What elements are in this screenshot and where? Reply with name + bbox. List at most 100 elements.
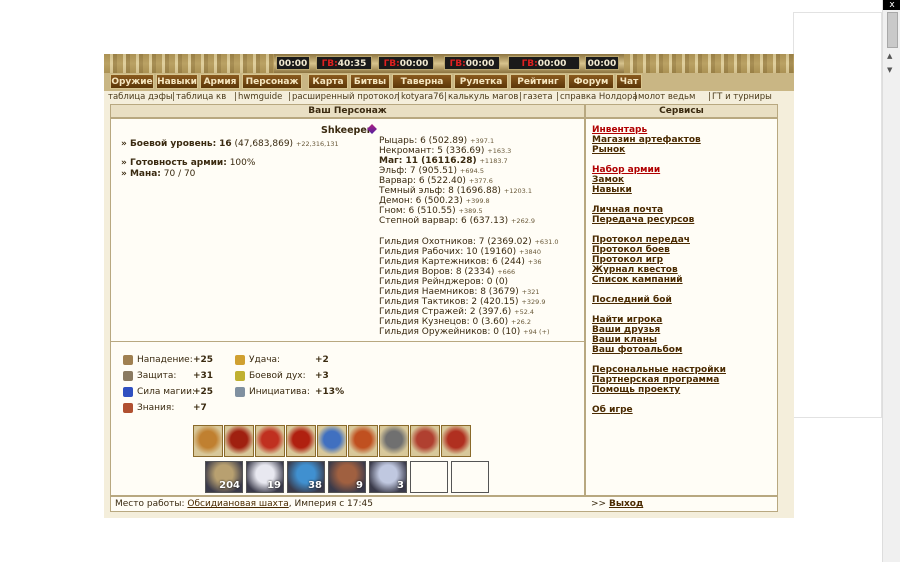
exit-link[interactable]: Выход bbox=[609, 499, 643, 509]
quick-link[interactable]: таблица кв bbox=[176, 92, 226, 102]
game-frame: 00:00 ГВ:40:35 ГВ:00:00 ГВ:00:00 ГВ:00:00 00:… bbox=[104, 54, 794, 518]
service-link[interactable]: Рынок bbox=[592, 145, 625, 155]
service-link[interactable]: Передача ресурсов bbox=[592, 215, 694, 225]
service-link[interactable]: Помощь проекту bbox=[592, 385, 680, 395]
nav-3[interactable]: Персонаж bbox=[242, 74, 302, 89]
services-panel-title: Сервисы bbox=[585, 104, 778, 118]
service-link[interactable]: Ваши друзья bbox=[592, 325, 660, 335]
guild-label: Гильдия Картежников: 6 (244) bbox=[379, 257, 525, 267]
nav-0[interactable]: Оружие bbox=[110, 74, 154, 89]
chevron-up-icon[interactable]: ▲ bbox=[887, 52, 892, 60]
faction-plus: +389.5 bbox=[458, 207, 483, 215]
nav-6[interactable]: Таверна bbox=[392, 74, 452, 89]
quick-link[interactable]: kotyara76 bbox=[401, 92, 444, 102]
guild-label: Гильдия Стражей: 2 (397.6) bbox=[379, 307, 512, 317]
nav-2[interactable]: Армия bbox=[200, 74, 240, 89]
service-link[interactable]: Замок bbox=[592, 175, 624, 185]
guild-label: Гильдия Тактиков: 2 (420.15) bbox=[379, 297, 519, 307]
service-link[interactable]: Инвентарь bbox=[592, 125, 647, 135]
guild-plus: +3840 bbox=[518, 248, 541, 256]
service-link[interactable]: Журнал квестов bbox=[592, 265, 678, 275]
exit-prefix: >> bbox=[591, 499, 607, 509]
faction-label: Гном: 6 (510.55) bbox=[379, 206, 456, 216]
faction-plus: +397.1 bbox=[470, 137, 495, 145]
nav-1[interactable]: Навыки bbox=[156, 74, 198, 89]
player-name[interactable]: Shkeeper bbox=[321, 125, 371, 136]
window-scrollbar[interactable]: x ▲ ▼ bbox=[882, 0, 900, 562]
army-slot[interactable]: 3 bbox=[369, 461, 407, 493]
faction-plus: +399.8 bbox=[465, 197, 490, 205]
service-link[interactable]: Протокол игр bbox=[592, 255, 663, 265]
amulet-icon[interactable] bbox=[224, 425, 254, 457]
level-label: » Боевой уровень: bbox=[121, 139, 217, 149]
armor-icon[interactable] bbox=[255, 425, 285, 457]
guild-plus: +321 bbox=[521, 288, 540, 296]
faction-row: Демон: 6 (500.23) +399.8 bbox=[379, 196, 490, 206]
service-link[interactable]: Навыки bbox=[592, 185, 632, 195]
faction-plus: +262.9 bbox=[510, 217, 536, 225]
nav-7[interactable]: Рулетка bbox=[454, 74, 508, 89]
faction-label: Варвар: 6 (522.40) bbox=[379, 176, 466, 186]
service-link[interactable]: Найти игрока bbox=[592, 315, 662, 325]
service-link[interactable]: Магазин артефактов bbox=[592, 135, 701, 145]
service-link[interactable]: Список кампаний bbox=[592, 275, 683, 285]
shield-icon[interactable] bbox=[348, 425, 378, 457]
workplace-link[interactable]: Обсидиановая шахта bbox=[187, 499, 288, 509]
stat-value: +13% bbox=[315, 387, 345, 397]
guild-row: Гильдия Оружейников: 0 (10) +94 (+) bbox=[379, 327, 549, 337]
service-link[interactable]: Протокол передач bbox=[592, 235, 690, 245]
faction-row: Некромант: 5 (336.69) +163.3 bbox=[379, 146, 511, 156]
timer-3: ГВ:00:00 bbox=[444, 56, 500, 70]
faction-label: Некромант: 5 (336.69) bbox=[379, 146, 485, 156]
nav-8[interactable]: Рейтинг bbox=[510, 74, 566, 89]
guild-row: Гильдия Охотников: 7 (2369.02) +631.0 bbox=[379, 237, 559, 247]
quick-link[interactable]: газета bbox=[523, 92, 553, 102]
nav-4[interactable]: Карта bbox=[308, 74, 348, 89]
boots-icon[interactable] bbox=[379, 425, 409, 457]
mana-label: » Мана: bbox=[121, 169, 161, 179]
scrollbar-thumb[interactable] bbox=[887, 12, 898, 48]
service-link[interactable]: Набор армии bbox=[592, 165, 660, 175]
guild-plus: +329.9 bbox=[521, 298, 546, 306]
faction-row: Маг: 11 (16116.28) +1183.7 bbox=[379, 156, 508, 166]
cloak-icon[interactable] bbox=[286, 425, 316, 457]
army-slot[interactable] bbox=[451, 461, 489, 493]
weapon-icon[interactable] bbox=[317, 425, 347, 457]
faction-row: Степной варвар: 6 (637.13) +262.9 bbox=[379, 216, 535, 226]
service-link[interactable]: Об игре bbox=[592, 405, 633, 415]
chevron-down-icon[interactable]: ▼ bbox=[887, 66, 892, 74]
quick-link[interactable]: таблица дэфы bbox=[108, 92, 173, 102]
army-slot[interactable]: 9 bbox=[328, 461, 366, 493]
army-slot[interactable]: 19 bbox=[246, 461, 284, 493]
army-slot[interactable] bbox=[410, 461, 448, 493]
helmet-icon[interactable] bbox=[193, 425, 223, 457]
nav-9[interactable]: Форум bbox=[568, 74, 614, 89]
timer-5: 00:00 bbox=[585, 56, 619, 70]
service-link[interactable]: Партнерская программа bbox=[592, 375, 719, 385]
stat-value: +7 bbox=[193, 403, 207, 413]
stat-label: Защита: bbox=[137, 371, 177, 381]
army-slot[interactable]: 204 bbox=[205, 461, 243, 493]
nav-5[interactable]: Битвы bbox=[350, 74, 390, 89]
quick-link[interactable]: hwmguide bbox=[238, 92, 282, 102]
quick-link[interactable]: калькуль магов bbox=[448, 92, 518, 102]
nav-10[interactable]: Чат bbox=[616, 74, 642, 89]
timer-4: ГВ:00:00 bbox=[508, 56, 580, 70]
service-link[interactable]: Личная почта bbox=[592, 205, 663, 215]
timer-value: 00:00 bbox=[587, 59, 617, 69]
quick-link[interactable]: ГТ и турниры bbox=[712, 92, 772, 102]
service-link[interactable]: Персональные настройки bbox=[592, 365, 726, 375]
quick-link[interactable]: молот ведьм bbox=[638, 92, 695, 102]
faction-row: Эльф: 7 (905.51) +694.5 bbox=[379, 166, 484, 176]
service-link[interactable]: Ваши кланы bbox=[592, 335, 657, 345]
timer-prefix: ГВ: bbox=[383, 59, 400, 69]
close-icon[interactable]: x bbox=[883, 0, 900, 10]
service-link[interactable]: Ваш фотоальбом bbox=[592, 345, 682, 355]
quick-link[interactable]: справка Нолдора bbox=[560, 92, 638, 102]
service-link[interactable]: Последний бой bbox=[592, 295, 672, 305]
ring-icon[interactable] bbox=[410, 425, 440, 457]
quick-link[interactable]: расширенный протокол bbox=[292, 92, 399, 102]
army-slot[interactable]: 38 bbox=[287, 461, 325, 493]
ring-icon[interactable] bbox=[441, 425, 471, 457]
service-link[interactable]: Протокол боев bbox=[592, 245, 670, 255]
